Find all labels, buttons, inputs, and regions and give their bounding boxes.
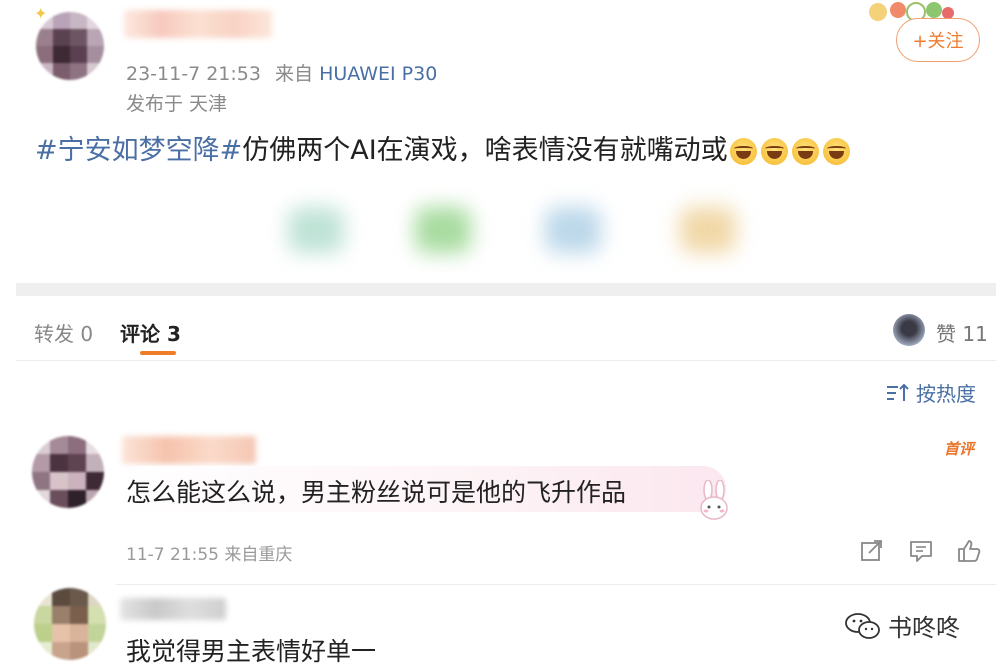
laugh-cry-emoji-icon <box>729 138 757 165</box>
blurred-share-icon-1[interactable] <box>288 207 344 253</box>
tab-repost[interactable]: 转发 0 <box>34 318 93 347</box>
comment-avatar[interactable] <box>34 588 106 660</box>
post-body: 仿佛两个AI在演戏，啥表情没有就嘴动或 <box>242 135 728 166</box>
laugh-cry-emoji-icon <box>791 138 819 165</box>
sort-icon <box>887 383 909 401</box>
emoji-row <box>729 138 850 165</box>
author-name-blurred[interactable] <box>124 10 272 38</box>
tab-comments[interactable]: 评论 3 <box>120 318 181 347</box>
sparkle-icon: ✦ <box>34 4 48 23</box>
tab-active-indicator <box>140 351 176 355</box>
comment-text: 我觉得男主表情好单一 <box>126 637 377 666</box>
laugh-cry-emoji-icon <box>822 138 850 165</box>
post-time: 23-11-7 21:53 <box>126 63 261 85</box>
comment-author-name-blurred[interactable] <box>120 598 226 620</box>
section-divider <box>16 283 996 296</box>
comment-text: 怎么能这么说，男主粉丝说可是他的飞升作品 <box>126 478 627 507</box>
post-text: #宁安如梦空降#仿佛两个AI在演戏，啥表情没有就嘴动或 <box>35 128 850 167</box>
reply-icon[interactable] <box>908 538 934 564</box>
liker-avatar[interactable] <box>893 314 925 346</box>
sort-button[interactable]: 按热度 <box>886 378 976 407</box>
like-icon[interactable] <box>956 538 982 564</box>
post-hashtag[interactable]: #宁安如梦空降# <box>35 135 242 166</box>
follow-button[interactable]: +关注 <box>896 18 980 62</box>
tabs-divider <box>16 360 996 361</box>
post-from: 来自 <box>275 63 314 85</box>
tab-likes[interactable]: 赞 11 <box>936 318 988 347</box>
blurred-share-icon-2[interactable] <box>415 207 471 253</box>
watermark: 书咚咚 <box>844 608 960 643</box>
laugh-cry-emoji-icon <box>760 138 788 165</box>
comment-author-name-blurred[interactable] <box>122 436 256 464</box>
post-device[interactable]: HUAWEI P30 <box>319 63 437 85</box>
post-location: 发布于 天津 <box>126 93 228 115</box>
blurred-share-icon-4[interactable] <box>680 207 736 253</box>
share-icon[interactable] <box>859 538 885 564</box>
first-comment-badge: 首评 <box>944 440 975 458</box>
comment-avatar[interactable] <box>32 436 104 508</box>
blurred-share-icon-3[interactable] <box>545 207 601 253</box>
comment-divider <box>116 584 996 585</box>
watermark-label: 书咚咚 <box>888 614 960 642</box>
post-meta: 23-11-7 21:53 来自 HUAWEI P30 <box>126 59 437 86</box>
sort-label: 按热度 <box>916 382 976 406</box>
comment-meta: 11-7 21:55 来自重庆 <box>126 545 293 565</box>
rabbit-sticker-icon <box>700 480 728 520</box>
wechat-icon <box>845 612 880 639</box>
